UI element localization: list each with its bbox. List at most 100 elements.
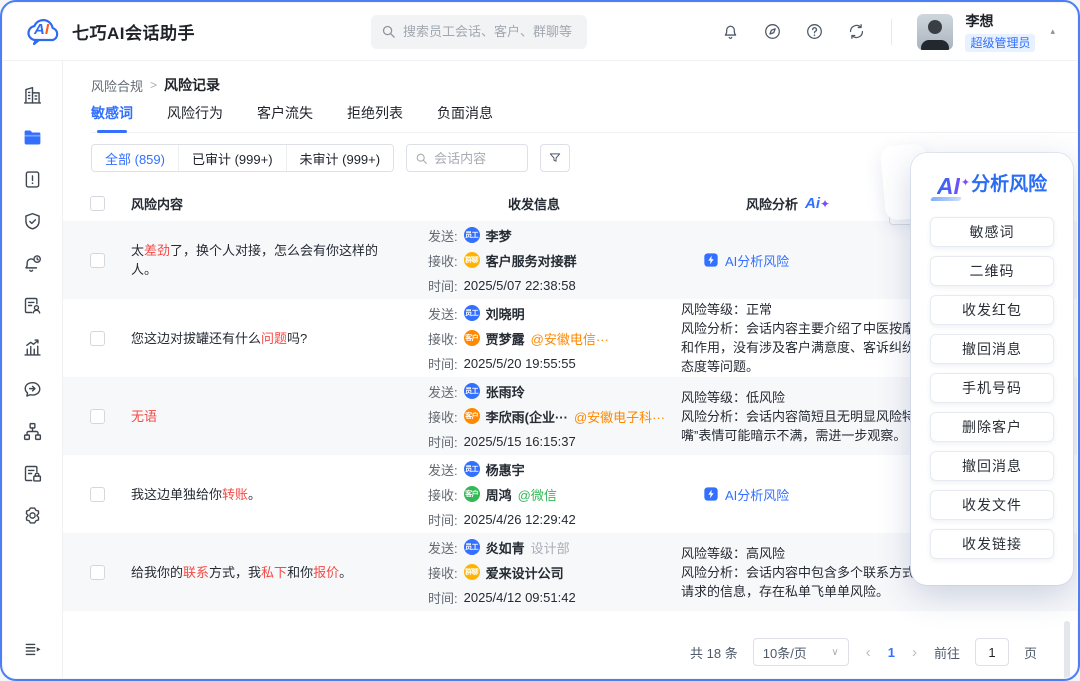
- header-divider: [891, 19, 892, 45]
- user-menu-caret-icon[interactable]: ▴: [1050, 26, 1055, 37]
- recv-line: 接收: 客户 李欣雨(企业··· @安徽电子科···: [428, 407, 681, 426]
- row-checkbox[interactable]: [90, 331, 105, 346]
- sidebar-item-chat-review[interactable]: [15, 373, 51, 406]
- filter-button[interactable]: [540, 144, 570, 172]
- ai-bolt-icon: [703, 252, 719, 268]
- breadcrumb: 风险合规 > 风险记录: [91, 74, 1077, 96]
- party-type-badge: 客户: [464, 486, 480, 502]
- app-window: AI 七巧AI会话助手 李想 超级管理员 ▴: [3, 3, 1077, 678]
- panel-button-6[interactable]: 撤回消息: [930, 451, 1054, 481]
- sidebar-item-compliance-shield[interactable]: [15, 205, 51, 238]
- sidebar-item-org-structure[interactable]: [15, 415, 51, 448]
- next-page-button[interactable]: ›: [910, 644, 919, 661]
- panel-button-4[interactable]: 手机号码: [930, 373, 1054, 403]
- time-line: 时间: 2025/4/12 09:51:42: [428, 588, 681, 607]
- funnel-icon: [548, 151, 562, 165]
- time-line: 时间: 2025/4/26 12:29:42: [428, 510, 681, 529]
- message-info: 发送: 员工 刘晓明 接收: 客户 贾梦露 @安徽电信··· 时间: 2025/…: [428, 304, 681, 373]
- row-checkbox[interactable]: [90, 253, 105, 268]
- goto-page-input[interactable]: [975, 638, 1009, 666]
- row-checkbox[interactable]: [90, 409, 105, 424]
- sidebar-item-alerts[interactable]: [15, 247, 51, 280]
- panel-button-7[interactable]: 收发文件: [930, 490, 1054, 520]
- party-type-badge: 员工: [464, 227, 480, 243]
- panel-ai-logo: AI: [937, 174, 960, 198]
- pagination: 共 18 条 10条/页 ∨ ‹ 1 › 前往 页: [690, 638, 1037, 666]
- tab-3[interactable]: 拒绝列表: [347, 100, 403, 132]
- segment-0[interactable]: 全部 (859): [92, 145, 178, 171]
- header-actions: 李想 超级管理员 ▴: [721, 11, 1055, 52]
- scrollbar[interactable]: [1064, 621, 1070, 678]
- content-search-input[interactable]: [434, 151, 519, 166]
- message-time: 2025/4/26 12:29:42: [464, 512, 576, 527]
- panel-button-5[interactable]: 删除客户: [930, 412, 1054, 442]
- page-size-select[interactable]: 10条/页 ∨: [753, 638, 849, 666]
- panel-button-1[interactable]: 二维码: [930, 256, 1054, 286]
- sidebar: [3, 61, 63, 678]
- audit-filter-segments: 全部 (859)已审计 (999+)未审计 (999+): [91, 144, 394, 172]
- message-time: 2025/5/07 22:38:58: [464, 278, 576, 293]
- compass-icon[interactable]: [763, 22, 782, 41]
- sync-icon[interactable]: [847, 22, 866, 41]
- tab-0[interactable]: 敏感词: [91, 100, 133, 132]
- recv-line: 接收: 群聊 爱来设计公司: [428, 563, 681, 582]
- panel-button-2[interactable]: 收发红包: [930, 295, 1054, 325]
- party-name: 杨惠宇: [486, 460, 525, 479]
- icon-doc-lock: [22, 463, 43, 484]
- user-meta: 李想 超级管理员: [965, 11, 1035, 52]
- breadcrumb-parent[interactable]: 风险合规: [91, 76, 143, 95]
- screen: AI 七巧AI会话助手 李想 超级管理员 ▴: [0, 0, 1080, 681]
- content-search[interactable]: [406, 144, 528, 172]
- sidebar-item-secure-files[interactable]: [15, 457, 51, 490]
- select-all-checkbox[interactable]: [90, 196, 105, 211]
- time-line: 时间: 2025/5/15 16:15:37: [428, 432, 681, 451]
- row-checkbox[interactable]: [90, 565, 105, 580]
- ai-star-icon: ✦: [820, 197, 830, 211]
- current-page[interactable]: 1: [888, 645, 895, 660]
- tab-4[interactable]: 负面消息: [437, 100, 493, 132]
- sidebar-item-risk-records[interactable]: [15, 121, 51, 154]
- panel-buttons: 敏感词二维码收发红包撤回消息手机号码删除客户撤回消息收发文件收发链接: [911, 217, 1073, 559]
- risk-content: 给我你的联系方式，我私下和你报价。: [131, 563, 428, 582]
- ai-wordmark: Ai✦: [805, 195, 830, 212]
- row-checkbox[interactable]: [90, 487, 105, 502]
- help-icon[interactable]: [805, 22, 824, 41]
- party-tag: @微信: [518, 485, 557, 504]
- party-name: 炎如青: [486, 538, 525, 557]
- sidebar-item-contracts[interactable]: [15, 289, 51, 322]
- risk-content: 您这边对拔罐还有什么问题吗?: [131, 329, 428, 348]
- sidebar-item-report-warning[interactable]: [15, 163, 51, 196]
- sidebar-collapse-button[interactable]: [15, 634, 51, 664]
- tab-1[interactable]: 风险行为: [167, 100, 223, 132]
- party-tag: @安徽电子科···: [574, 407, 665, 426]
- global-search[interactable]: [371, 15, 587, 49]
- message-time: 2025/4/12 09:51:42: [464, 590, 576, 605]
- chevron-down-icon: ∨: [831, 647, 838, 658]
- sidebar-item-company[interactable]: [15, 79, 51, 112]
- panel-button-8[interactable]: 收发链接: [930, 529, 1054, 559]
- search-icon: [415, 152, 428, 165]
- send-line: 发送: 员工 张雨玲: [428, 382, 681, 401]
- sidebar-item-statistics[interactable]: [15, 331, 51, 364]
- panel-button-0[interactable]: 敏感词: [930, 217, 1054, 247]
- prev-page-button[interactable]: ‹: [864, 644, 873, 661]
- party-type-badge: 员工: [464, 539, 480, 555]
- party-name: 周鸿: [486, 485, 512, 504]
- party-type-badge: 客户: [464, 408, 480, 424]
- tab-2[interactable]: 客户流失: [257, 100, 313, 132]
- notification-bell-icon[interactable]: [721, 22, 740, 41]
- risk-content: 太差劲了，换个人对接，怎么会有你这样的人。: [131, 241, 428, 279]
- party-name: 贾梦露: [486, 329, 525, 348]
- send-line: 发送: 员工 杨惠宇: [428, 460, 681, 479]
- message-info: 发送: 员工 杨惠宇 接收: 客户 周鸿 @微信 时间: 2025/4/26 1…: [428, 460, 681, 529]
- segment-1[interactable]: 已审计 (999+): [178, 145, 286, 171]
- sidebar-item-settings[interactable]: [15, 499, 51, 532]
- panel-title: AI ✦ 分析风险: [911, 166, 1073, 198]
- panel-button-3[interactable]: 撤回消息: [930, 334, 1054, 364]
- breadcrumb-separator: >: [150, 78, 157, 92]
- segment-2[interactable]: 未审计 (999+): [286, 145, 394, 171]
- icon-doc-warning: [22, 169, 43, 190]
- global-search-input[interactable]: [403, 24, 577, 39]
- icon-chart: [22, 337, 43, 358]
- avatar[interactable]: [917, 14, 953, 50]
